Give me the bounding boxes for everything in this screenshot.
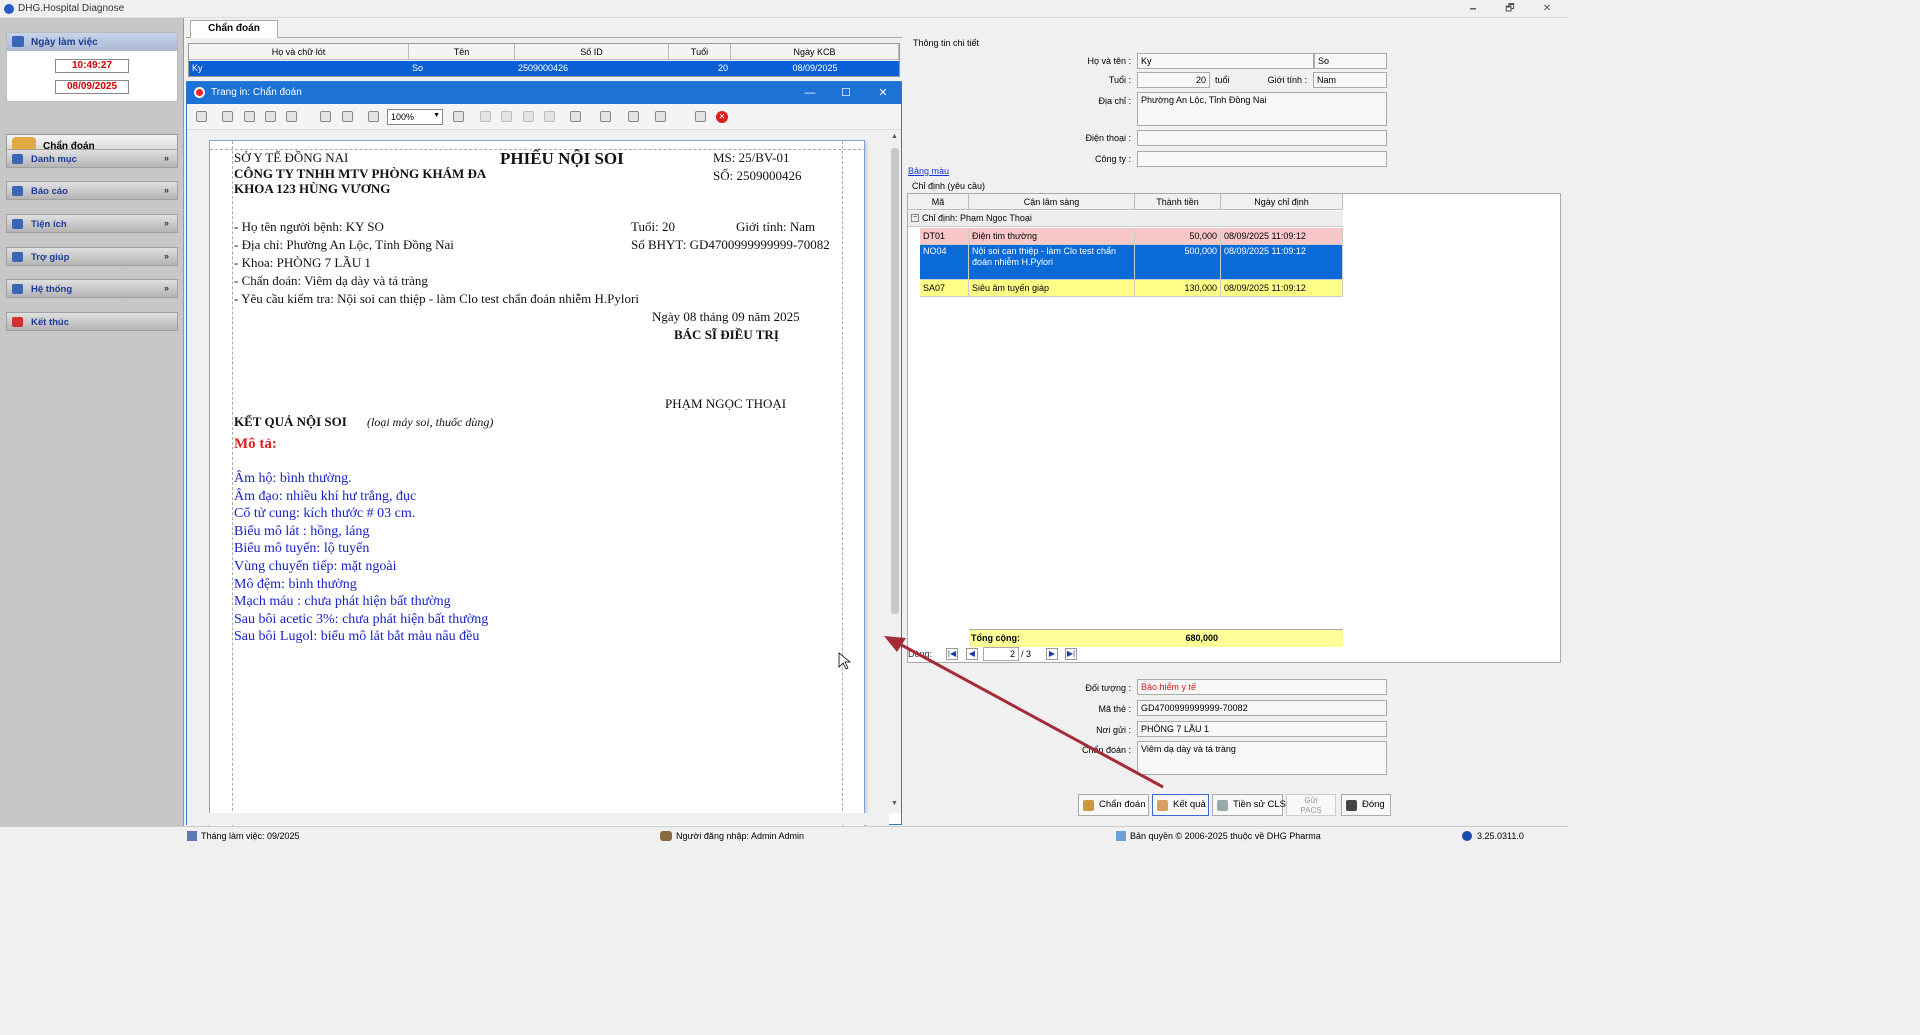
mouse-cursor-icon [838, 652, 852, 670]
status-version: 3.25.0311.0 [1477, 831, 1524, 841]
status-copyright: Bản quyền © 2006-2025 thuộc về DHG Pharm… [1130, 831, 1321, 841]
annotation-arrow [838, 636, 1164, 789]
status-user: Người đăng nhập: Admin Admin [676, 831, 805, 841]
status-month: Tháng làm việc: 09/2025 [201, 831, 300, 841]
copyright-icon [1116, 831, 1126, 841]
info-icon [1462, 831, 1472, 841]
status-bar: Tháng làm việc: 09/2025 Người đăng nhập:… [0, 826, 1568, 845]
calendar-icon [187, 831, 197, 841]
users-icon [660, 831, 672, 841]
arrow-shaft [895, 640, 1164, 789]
